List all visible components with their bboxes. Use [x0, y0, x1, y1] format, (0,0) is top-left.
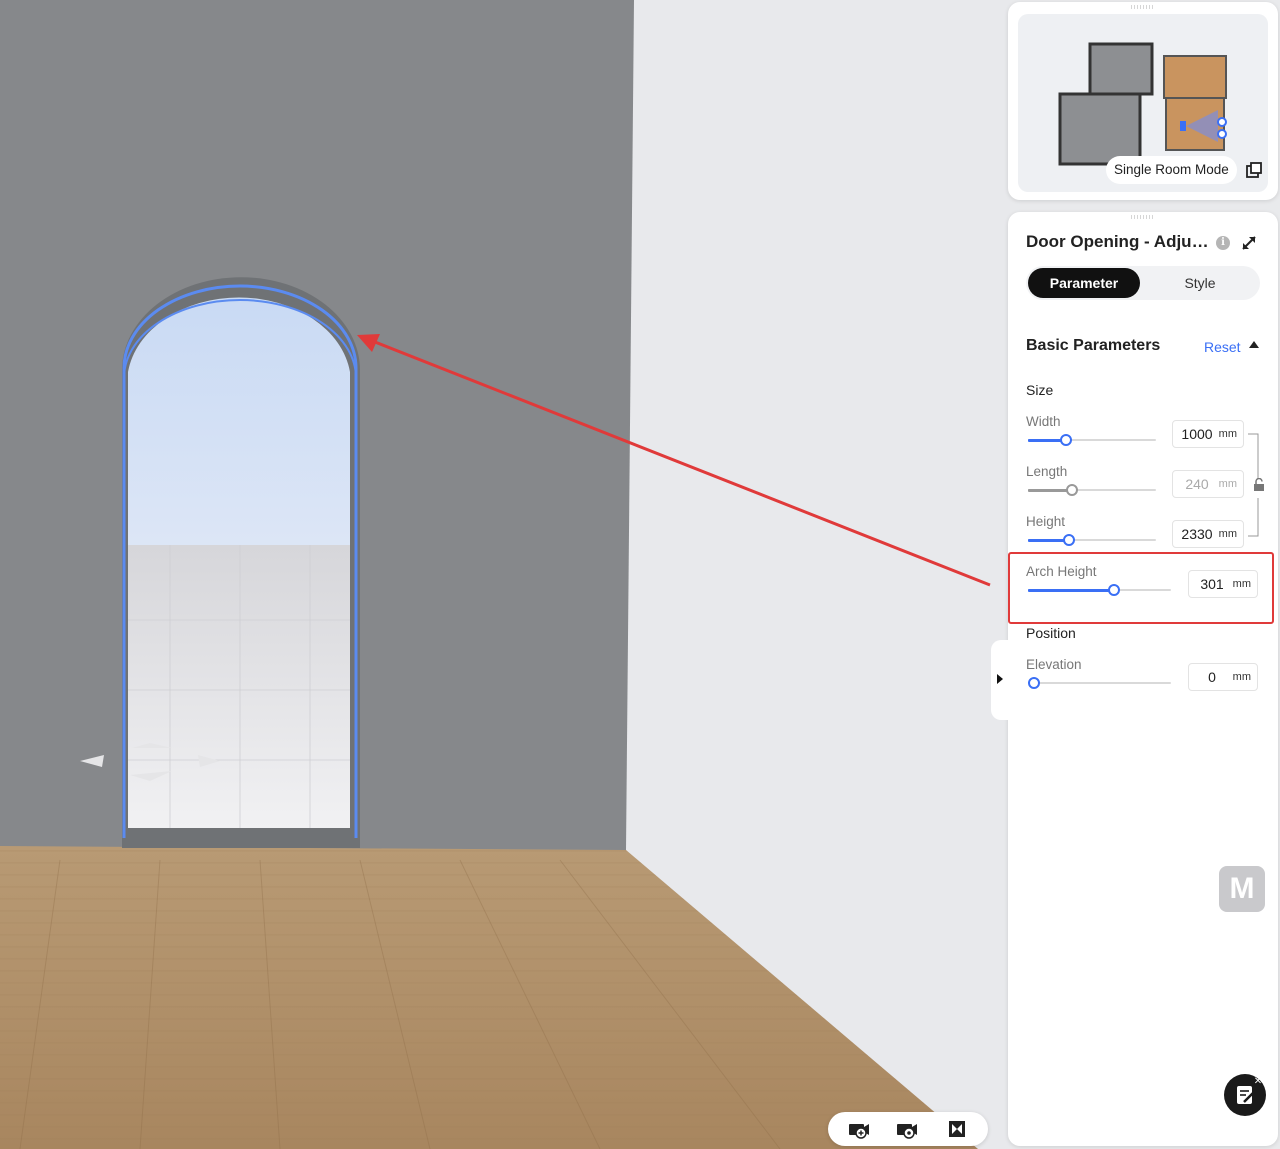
arch-height-input[interactable]: 301 mm [1188, 570, 1258, 598]
caret-right-icon [997, 674, 1003, 684]
panel-title: Door Opening - Adju… [1026, 232, 1209, 251]
reset-button[interactable]: Reset [1204, 339, 1241, 355]
elevation-slider-thumb[interactable] [1028, 677, 1040, 689]
drag-grip[interactable] [1131, 5, 1155, 9]
length-slider [1028, 484, 1156, 496]
length-label: Length [1026, 464, 1068, 479]
elevation-unit: mm [1232, 671, 1251, 683]
height-unit: mm [1218, 528, 1237, 540]
width-slider[interactable] [1028, 434, 1156, 446]
height-input[interactable]: 2330 mm [1172, 520, 1244, 548]
position-group-label: Position [1026, 625, 1076, 641]
arch-height-label: Arch Height [1026, 564, 1097, 579]
tab-style[interactable]: Style [1144, 268, 1256, 298]
m-logo[interactable]: M [1219, 866, 1265, 912]
width-slider-thumb[interactable] [1060, 434, 1073, 446]
expand-icon[interactable] [1240, 234, 1258, 252]
bottom-toolbar [828, 1112, 988, 1146]
height-slider[interactable] [1028, 534, 1156, 546]
floorplan-minimap[interactable]: Single Room Mode [1018, 14, 1268, 192]
popout-icon[interactable] [1244, 160, 1264, 180]
close-icon[interactable]: ✕ [1252, 1076, 1264, 1088]
elevation-label: Elevation [1026, 657, 1082, 672]
arch-height-unit: mm [1232, 578, 1251, 590]
height-value: 2330 [1181, 526, 1213, 542]
info-icon[interactable]: i [1216, 236, 1230, 250]
arch-height-slider[interactable] [1028, 584, 1171, 596]
fit-view-icon[interactable] [946, 1119, 970, 1139]
drag-grip[interactable] [1131, 215, 1155, 219]
length-unit: mm [1218, 478, 1237, 490]
elevation-input[interactable]: 0 mm [1188, 663, 1258, 691]
lock-icon[interactable] [1252, 478, 1266, 492]
collapse-icon[interactable] [1249, 341, 1259, 348]
arch-height-value: 301 [1200, 576, 1224, 592]
length-value: 240 [1185, 476, 1209, 492]
tab-parameter[interactable]: Parameter [1028, 268, 1140, 298]
width-input[interactable]: 1000 mm [1172, 420, 1244, 448]
height-label: Height [1026, 514, 1066, 529]
height-slider-thumb[interactable] [1062, 534, 1075, 546]
width-value: 1000 [1181, 426, 1213, 442]
minimap-card: Single Room Mode [1008, 2, 1278, 200]
length-slider-thumb [1065, 484, 1078, 496]
width-unit: mm [1218, 428, 1237, 440]
camera-settings-icon[interactable] [896, 1119, 920, 1139]
add-camera-icon[interactable] [848, 1119, 872, 1139]
length-input: 240 mm [1172, 470, 1244, 498]
elevation-slider[interactable] [1028, 677, 1171, 689]
tab-bar: Parameter Style [1026, 266, 1260, 300]
panel-collapse-handle[interactable] [991, 640, 1011, 720]
width-label: Width [1026, 414, 1061, 429]
arch-height-slider-thumb[interactable] [1107, 584, 1120, 596]
elevation-value: 0 [1208, 669, 1216, 685]
section-title: Basic Parameters [1026, 337, 1161, 354]
properties-panel: Door Opening - Adju… i Parameter Style B… [1008, 212, 1278, 1146]
single-room-mode-label[interactable]: Single Room Mode [1106, 156, 1237, 184]
size-group-label: Size [1026, 382, 1054, 398]
